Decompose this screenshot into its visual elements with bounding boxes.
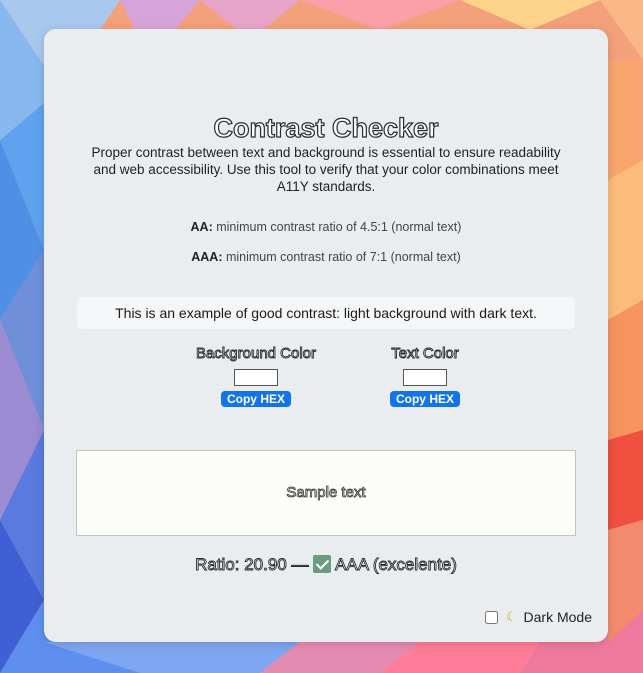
standard-aaa-level: AAA: [191, 250, 223, 264]
dark-mode-label: Dark Mode [523, 609, 592, 625]
background-color-input[interactable] [234, 369, 278, 386]
text-color-input[interactable] [403, 369, 447, 386]
text-color-label: Text Color [391, 345, 459, 363]
text-color-picker: Text Color Copy HEX [374, 345, 476, 407]
contrast-checker-card: Contrast Checker Proper contrast between… [44, 29, 608, 642]
copy-background-hex-button[interactable]: Copy HEX [220, 391, 291, 407]
compliance-verdict: AAA (excelente) [335, 555, 458, 575]
page-title: Contrast Checker [213, 112, 439, 143]
background-color-picker: Background Color Copy HEX [184, 345, 328, 407]
background-color-label: Background Color [195, 345, 317, 363]
contrast-result: Ratio: 20.90 — AAA (excelente) [44, 555, 608, 575]
dark-mode-checkbox[interactable] [484, 610, 498, 624]
standard-aaa-text: minimum contrast ratio of 7:1 (normal te… [222, 250, 461, 264]
description: Proper contrast between text and backgro… [91, 145, 561, 194]
example-contrast-banner: This is an example of good contrast: lig… [77, 297, 575, 329]
standard-aa-text: minimum contrast ratio of 4.5:1 (normal … [212, 220, 462, 234]
standard-aaa: AAA: minimum contrast ratio of 7:1 (norm… [44, 250, 608, 264]
standard-aa: AA: minimum contrast ratio of 4.5:1 (nor… [44, 220, 608, 234]
moon-icon: ☾ [505, 609, 518, 624]
copy-text-hex-button[interactable]: Copy HEX [389, 391, 460, 407]
dark-mode-toggle[interactable]: ☾ Dark Mode [484, 609, 592, 625]
check-icon [313, 555, 332, 573]
sample-preview: Sample text [76, 450, 576, 536]
sample-text: Sample text [286, 484, 366, 502]
standard-aa-level: AA: [190, 220, 213, 234]
ratio-value: Ratio: 20.90 — [195, 555, 309, 575]
